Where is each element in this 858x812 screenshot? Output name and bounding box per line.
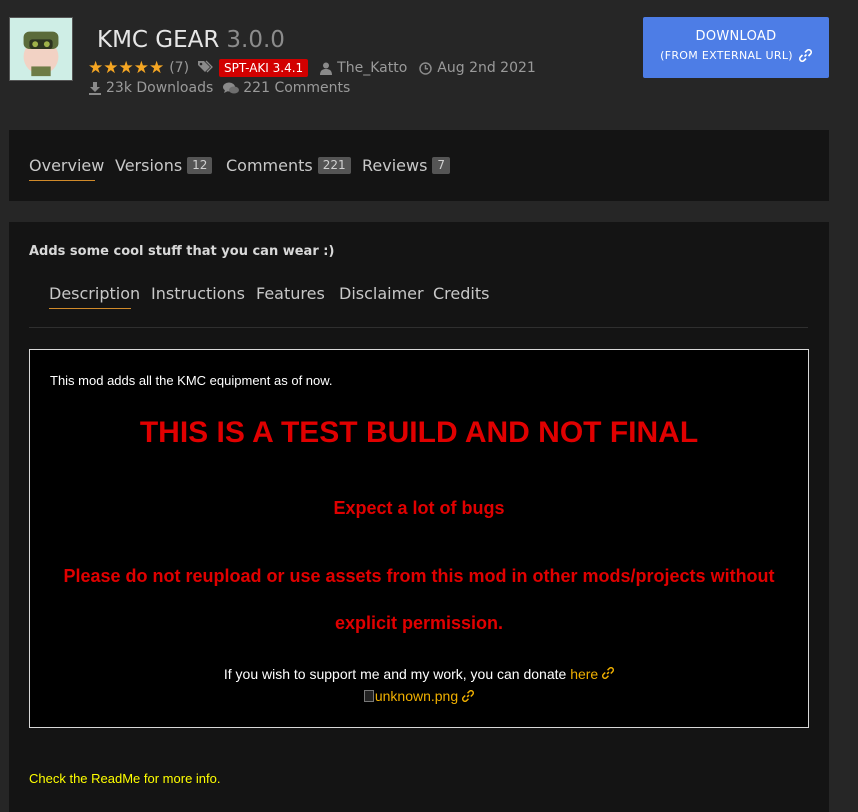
- donate-link-text: here: [570, 666, 599, 682]
- date-text: Aug 2nd 2021: [437, 60, 536, 76]
- mod-version: 3.0.0: [226, 27, 285, 53]
- main-tabs: Overview Versions 12 Comments 221 Review…: [9, 130, 829, 201]
- support-text: If you wish to support me and my work, y…: [30, 666, 808, 682]
- tab-label: Comments: [226, 156, 313, 175]
- tab-overview[interactable]: Overview: [29, 156, 104, 175]
- author-name: The_Katto: [337, 60, 408, 76]
- download-icon: [89, 82, 101, 95]
- comments-text: 221 Comments: [243, 80, 351, 96]
- donate-link[interactable]: here: [570, 666, 615, 682]
- comments-icon: [223, 82, 240, 93]
- subtab-description[interactable]: Description: [49, 284, 140, 303]
- tab-comments[interactable]: Comments 221: [226, 156, 351, 175]
- subtab-features[interactable]: Features: [256, 284, 325, 303]
- downloads-text: 23k Downloads: [106, 80, 214, 96]
- stats-row: 23k Downloads 221 Comments: [88, 80, 360, 96]
- description-intro: This mod adds all the KMC equipment as o…: [50, 373, 333, 388]
- tab-versions[interactable]: Versions 12: [115, 156, 213, 175]
- link-icon: [798, 49, 812, 62]
- rating-count: (7): [169, 60, 190, 76]
- mod-avatar[interactable]: [9, 17, 73, 81]
- test-build-headline: THIS IS A TEST BUILD AND NOT FINAL: [139, 416, 699, 449]
- readme-note: Check the ReadMe for more info.: [29, 771, 221, 786]
- reupload-notice-line2: explicit permission.: [334, 613, 504, 633]
- publish-date: Aug 2nd 2021: [419, 60, 536, 76]
- download-label: DOWNLOAD: [695, 29, 777, 44]
- subtab-credits[interactable]: Credits: [433, 284, 489, 303]
- mod-name: KMC GEAR: [97, 27, 220, 53]
- game-version-badge[interactable]: SPT-AKI 3.4.1: [219, 59, 309, 77]
- download-sublabel: (FROM EXTERNAL URL): [660, 49, 793, 62]
- broken-image-icon: [363, 690, 374, 702]
- active-tab-indicator: [29, 180, 95, 181]
- overview-panel: Adds some cool stuff that you can wear :…: [9, 222, 829, 812]
- description-content: This mod adds all the KMC equipment as o…: [29, 349, 809, 728]
- external-link-icon: [602, 667, 615, 679]
- mod-title: KMC GEAR 3.0.0: [97, 27, 285, 53]
- tab-reviews[interactable]: Reviews 7: [362, 156, 451, 175]
- clock-icon: [419, 61, 433, 75]
- external-link-icon: [462, 690, 475, 702]
- image-link-row: unknown.png: [30, 688, 808, 704]
- tag-icon: [197, 59, 214, 77]
- support-sentence: If you wish to support me and my work, y…: [223, 666, 571, 682]
- tab-label: Overview: [29, 156, 105, 175]
- downloads-stat: 23k Downloads: [88, 80, 213, 96]
- tab-count: 7: [432, 157, 451, 174]
- tab-label: Versions: [115, 156, 183, 175]
- tab-count: 12: [187, 157, 213, 174]
- tab-count: 221: [317, 157, 351, 174]
- reupload-notice-line1: Please do not reupload or use assets fro…: [63, 566, 775, 586]
- subtab-instructions[interactable]: Instructions: [151, 284, 245, 303]
- broken-image-link[interactable]: unknown.png: [363, 688, 475, 704]
- download-button[interactable]: DOWNLOAD (FROM EXTERNAL URL): [643, 17, 829, 78]
- active-subtab-indicator: [49, 308, 131, 309]
- tab-label: Reviews: [362, 156, 428, 175]
- user-icon: [320, 62, 333, 75]
- mod-summary: Adds some cool stuff that you can wear :…: [29, 244, 335, 259]
- subtab-disclaimer[interactable]: Disclaimer: [339, 284, 424, 303]
- author-link[interactable]: The_Katto: [320, 60, 407, 76]
- bugs-warning: Expect a lot of bugs: [333, 498, 505, 518]
- subtab-divider: [29, 327, 808, 328]
- image-alt-text: unknown.png: [374, 688, 459, 704]
- meta-row: ★★★★★ (7) SPT-AKI 3.4.1 The_Katto Aug 2n…: [88, 58, 536, 78]
- comments-stat: 221 Comments: [223, 80, 350, 96]
- rating-stars: ★★★★★: [88, 58, 165, 78]
